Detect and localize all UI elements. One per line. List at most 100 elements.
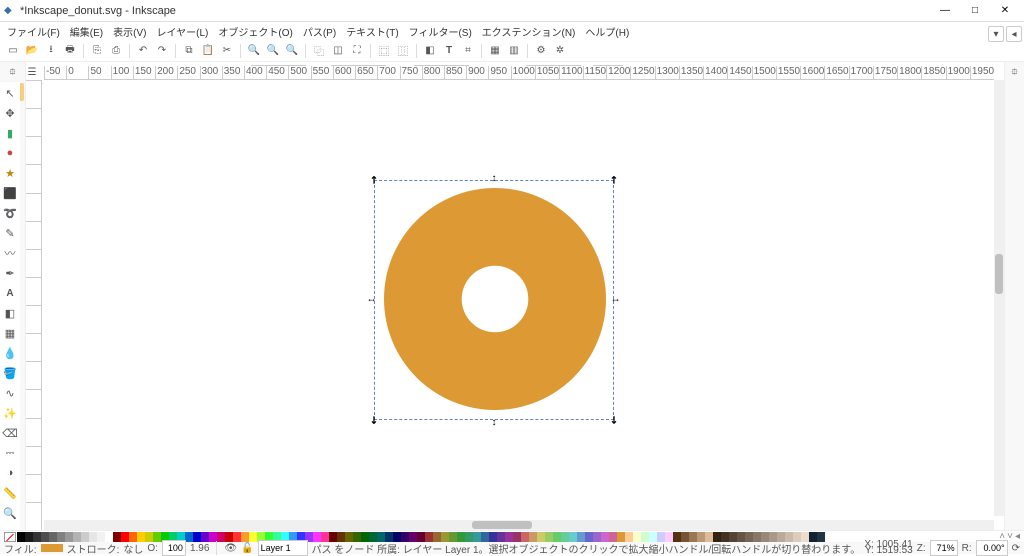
color-swatch[interactable]: [41, 532, 49, 542]
color-swatch[interactable]: [201, 532, 209, 542]
docprops-icon[interactable]: ✲: [551, 42, 569, 60]
color-swatch[interactable]: [233, 532, 241, 542]
ungroup-icon[interactable]: ⿲: [394, 42, 412, 60]
collapse-icon[interactable]: ◂: [1006, 26, 1022, 42]
open-icon[interactable]: 📂: [23, 42, 41, 60]
undo-icon[interactable]: ↶: [134, 42, 152, 60]
zoom-tool-icon[interactable]: 🔍: [1, 504, 19, 522]
color-swatch[interactable]: [193, 532, 201, 542]
dock-icon[interactable]: ▾: [988, 26, 1004, 42]
canvas-rotate-icon[interactable]: ⟳: [1012, 543, 1020, 554]
color-swatch[interactable]: [49, 532, 57, 542]
color-swatch[interactable]: [209, 532, 217, 542]
color-swatch[interactable]: [145, 532, 153, 542]
handle-bottom[interactable]: ↕: [489, 417, 499, 427]
eraser-tool-icon[interactable]: ⌫: [1, 424, 19, 442]
3dbox-tool-icon[interactable]: ⬛: [1, 184, 19, 202]
unlink-icon[interactable]: ⛶: [348, 42, 366, 60]
selection-bbox[interactable]: ↖ ↗ ↙ ↘ ↕ ↕ ↕ ↕: [374, 180, 614, 420]
menu-file[interactable]: ファイル(F): [2, 22, 65, 41]
color-swatch[interactable]: [153, 532, 161, 542]
measure-tool-icon[interactable]: 📏: [1, 484, 19, 502]
minimize-button[interactable]: —: [930, 1, 960, 21]
menu-filters[interactable]: フィルター(S): [404, 22, 477, 41]
bezier-tool-icon[interactable]: 〰: [1, 244, 19, 262]
ruler-horizontal[interactable]: -500501001502002503003504004505005506006…: [44, 66, 994, 80]
menu-path[interactable]: パス(P): [298, 22, 341, 41]
layer-visibility-icon[interactable]: 👁: [224, 543, 237, 554]
pencil-tool-icon[interactable]: ✎: [1, 224, 19, 242]
import-icon[interactable]: ⎘: [88, 42, 106, 60]
scrollbar-vertical[interactable]: [994, 80, 1004, 516]
maximize-button[interactable]: □: [960, 1, 990, 21]
strokew-value[interactable]: 1.96: [190, 543, 209, 554]
zoom-drawing-icon[interactable]: 🔍: [264, 42, 282, 60]
spiral-tool-icon[interactable]: ➰: [1, 204, 19, 222]
color-swatch[interactable]: [217, 532, 225, 542]
rect-tool-icon[interactable]: ▮: [1, 124, 19, 142]
stroke-value[interactable]: なし: [123, 541, 143, 556]
menu-layer[interactable]: レイヤー(L): [151, 22, 213, 41]
handle-top-right[interactable]: ↗: [607, 173, 621, 187]
clone-icon[interactable]: ◫: [329, 42, 347, 60]
handle-bottom-right[interactable]: ↘: [607, 413, 621, 427]
dropper-tool-icon[interactable]: 💧: [1, 344, 19, 362]
menu-help[interactable]: ヘルプ(H): [580, 22, 634, 41]
color-swatch[interactable]: [185, 532, 193, 542]
handle-left[interactable]: ↕: [367, 295, 377, 305]
prefs-icon[interactable]: ⚙: [532, 42, 550, 60]
close-button[interactable]: ✕: [990, 1, 1020, 21]
handle-bottom-left[interactable]: ↙: [367, 413, 381, 427]
handle-right[interactable]: ↕: [611, 295, 621, 305]
menu-extensions[interactable]: エクステンション(N): [477, 22, 581, 41]
mesh-tool-icon[interactable]: ▦: [1, 324, 19, 342]
text-tool-icon[interactable]: A: [1, 284, 19, 302]
menu-view[interactable]: 表示(V): [108, 22, 151, 41]
scrollbar-thumb[interactable]: [995, 254, 1003, 294]
new-icon[interactable]: ▭: [4, 42, 22, 60]
ruler-vertical[interactable]: [26, 80, 42, 530]
copy-icon[interactable]: ⧉: [180, 42, 198, 60]
canvas[interactable]: ↖ ↗ ↙ ↘ ↕ ↕ ↕ ↕: [44, 80, 994, 530]
xml-icon[interactable]: ⌗: [459, 42, 477, 60]
color-swatch[interactable]: [57, 532, 65, 542]
group-icon[interactable]: ⿴: [375, 42, 393, 60]
star-tool-icon[interactable]: ★: [1, 164, 19, 182]
paintbucket-tool-icon[interactable]: 🪣: [1, 364, 19, 382]
export-icon[interactable]: ⎙: [107, 42, 125, 60]
menu-text[interactable]: テキスト(T): [341, 22, 403, 41]
palette-down-icon[interactable]: ˅: [1007, 531, 1013, 542]
zoom-selection-icon[interactable]: 🔍: [245, 42, 263, 60]
distribute-icon[interactable]: ▥: [505, 42, 523, 60]
spray-tool-icon[interactable]: ✨: [1, 404, 19, 422]
gradient-tool-icon[interactable]: ◧: [1, 304, 19, 322]
snap-toggle-icon[interactable]: ⯐: [2, 64, 24, 82]
color-swatch[interactable]: [241, 532, 249, 542]
selector-tool-icon[interactable]: ↖: [1, 84, 19, 102]
color-swatch[interactable]: [225, 532, 233, 542]
scrollbar-thumb[interactable]: [472, 521, 532, 529]
snap-enable-icon[interactable]: ⯐: [1006, 64, 1024, 82]
connector-tool-icon[interactable]: ⎓: [1, 444, 19, 462]
handle-top[interactable]: ↕: [489, 173, 499, 183]
zoom-page-icon[interactable]: 🔍: [283, 42, 301, 60]
menu-edit[interactable]: 編集(E): [65, 22, 108, 41]
menu-object[interactable]: オブジェクト(O): [213, 22, 297, 41]
align-icon[interactable]: ▦: [486, 42, 504, 60]
print-icon[interactable]: 🖶: [61, 42, 79, 60]
redo-icon[interactable]: ↷: [153, 42, 171, 60]
cut-icon[interactable]: ✂: [218, 42, 236, 60]
color-swatch[interactable]: [249, 532, 257, 542]
handle-top-left[interactable]: ↖: [367, 173, 381, 187]
calligraphy-tool-icon[interactable]: ✒: [1, 264, 19, 282]
save-icon[interactable]: ⭳: [42, 42, 60, 60]
text-icon[interactable]: T: [440, 42, 458, 60]
ellipse-tool-icon[interactable]: ●: [1, 144, 19, 162]
scrollbar-horizontal[interactable]: [44, 520, 994, 530]
tweak-tool-icon[interactable]: ∿: [1, 384, 19, 402]
lpe-tool-icon[interactable]: ◑: [1, 464, 19, 482]
fill-stroke-icon[interactable]: ◧: [421, 42, 439, 60]
node-tool-icon[interactable]: ✥: [1, 104, 19, 122]
layer-lock-icon[interactable]: 🔓: [241, 543, 253, 554]
duplicate-icon[interactable]: ⿻: [310, 42, 328, 60]
